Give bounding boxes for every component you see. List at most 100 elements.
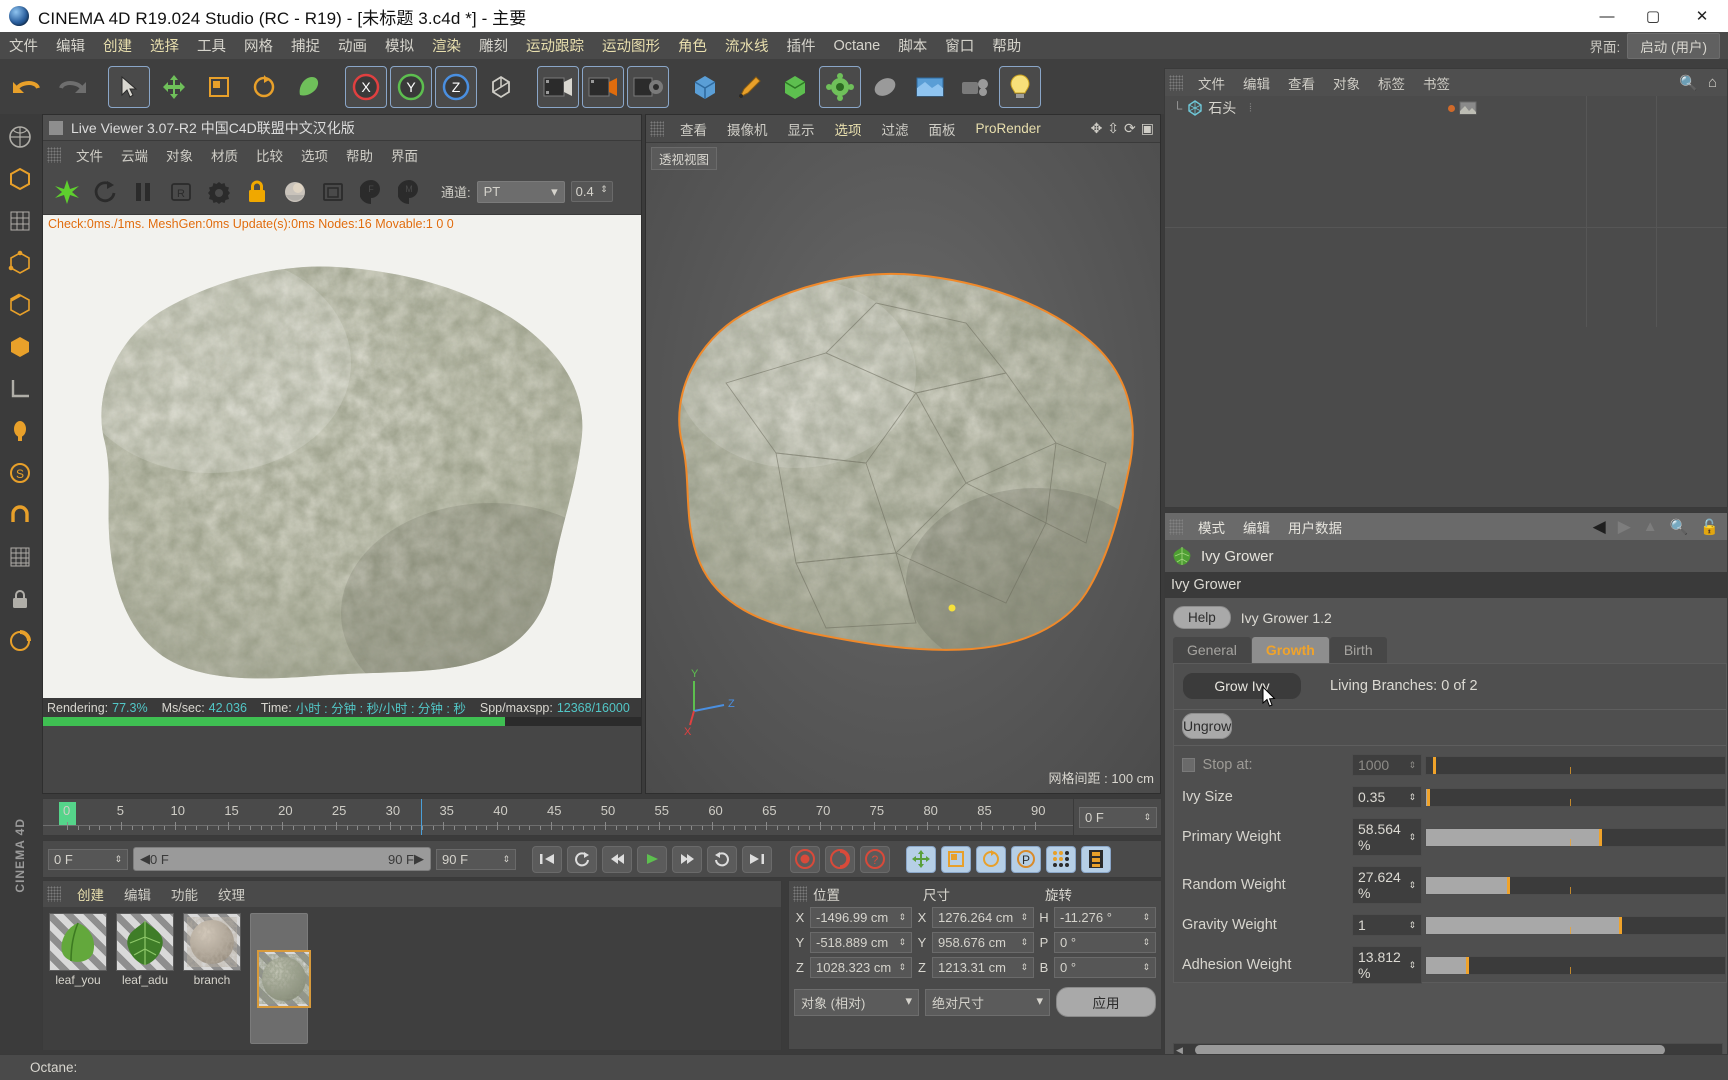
render-region-icon[interactable] (582, 65, 624, 108)
parameter-value-field[interactable]: 0.35 ⇕ (1352, 786, 1422, 808)
texture-mode-icon[interactable] (2, 201, 38, 241)
range-left-arrow-icon[interactable]: ◀ (140, 851, 150, 867)
coordinate-mode-select[interactable]: 对象 (相对) ▾ (794, 988, 919, 1016)
live-viewer-canvas[interactable]: Check:0ms./1ms. MeshGen:0ms Update(s):0m… (43, 215, 641, 726)
stop-at-checkbox[interactable] (1182, 758, 1195, 772)
end-frame-field[interactable]: 90 F ⇕ (436, 848, 516, 870)
grow-ivy-button[interactable]: Grow Ivy (1182, 672, 1302, 700)
deformer-icon[interactable] (819, 65, 861, 108)
material-grip-icon[interactable] (47, 886, 61, 902)
loop-icon[interactable] (567, 845, 597, 873)
rot-h-field[interactable]: -11.276 ° ⇕ (1054, 907, 1156, 928)
material-item[interactable]: leaf_you (49, 913, 107, 1044)
visibility-dots-icon[interactable]: ⦙ (1249, 102, 1251, 115)
menu-item-mograph[interactable]: 运动图形 (593, 35, 669, 56)
menu-item-octane[interactable]: Octane (825, 38, 890, 54)
apply-button[interactable]: 应用 (1056, 987, 1156, 1017)
parameter-slider[interactable] (1425, 955, 1726, 975)
timeline-ruler[interactable]: 0 5 10 15 20 25 30 35 40 45 50 55 60 65 70 75 80 85 90 (43, 799, 1073, 835)
coordinates-grip-icon[interactable] (793, 886, 807, 902)
live-selection-icon[interactable] (288, 66, 330, 108)
material-thumbnail[interactable] (257, 949, 311, 1008)
axis-x-icon[interactable]: X (345, 65, 387, 108)
preview-range-slider[interactable]: ◀ 0 F 90 F ▶ (133, 847, 431, 871)
slider-knob[interactable] (1427, 788, 1431, 806)
pause-render-icon[interactable] (125, 174, 161, 210)
attribute-name-field[interactable]: Ivy Grower (1165, 572, 1727, 598)
object-row[interactable]: └ 石头 ⦙ (1165, 96, 1727, 120)
autokey-icon[interactable] (825, 845, 855, 873)
menu-item-motion-tracker[interactable]: 运动跟踪 (517, 35, 593, 56)
lv-menu-material[interactable]: 材质 (202, 145, 247, 165)
interface-select[interactable]: 启动 (用户) (1627, 32, 1720, 59)
menu-item-file[interactable]: 文件 (0, 35, 47, 56)
object-tag-dot[interactable] (1448, 104, 1455, 112)
om-menu-tags[interactable]: 标签 (1369, 73, 1414, 93)
parameter-slider[interactable] (1425, 755, 1726, 775)
parameter-value-field[interactable]: 58.564 % ⇕ (1352, 818, 1422, 856)
slider-knob[interactable] (1618, 916, 1622, 934)
channel-select[interactable]: PT ▾ (476, 180, 565, 203)
workplane-icon[interactable] (2, 537, 38, 577)
environment-icon[interactable] (909, 66, 951, 108)
exposure-field[interactable]: 0.4 ⇕ (570, 181, 613, 202)
material-item[interactable]: branch (183, 913, 241, 1044)
menu-item-animate[interactable]: 动画 (329, 35, 376, 56)
om-menu-view[interactable]: 查看 (1279, 73, 1324, 93)
model-mode-icon[interactable] (2, 159, 38, 199)
scale-key-icon[interactable] (941, 845, 971, 873)
lv-menu-file[interactable]: 文件 (67, 145, 112, 165)
light-icon[interactable] (999, 65, 1041, 108)
om-menu-file[interactable]: 文件 (1189, 73, 1234, 93)
go-to-start-icon[interactable] (532, 845, 562, 873)
panel-grip-icon[interactable] (47, 147, 61, 163)
scale-tool-icon[interactable] (198, 66, 240, 108)
search-icon[interactable]: 🔍 (1679, 74, 1698, 92)
lock-resolution-icon[interactable] (239, 174, 275, 210)
ungrow-button[interactable]: Ungrow (1182, 713, 1233, 739)
texture-axis-icon[interactable] (2, 117, 38, 157)
size-y-field[interactable]: 958.676 cm ⇕ (932, 932, 1034, 953)
rotate-tool-icon[interactable] (243, 66, 285, 108)
step-forward-icon[interactable] (672, 845, 702, 873)
parameter-slider[interactable] (1425, 827, 1726, 847)
axis-z-icon[interactable]: Z (435, 65, 477, 108)
render-settings-gear-icon[interactable] (201, 174, 237, 210)
menu-item-tools[interactable]: 工具 (188, 35, 235, 56)
octane-render-icon[interactable] (49, 174, 85, 210)
menu-item-plugins[interactable]: 插件 (778, 35, 825, 56)
timeline-view-icon[interactable] (1081, 845, 1111, 873)
parameter-value-field[interactable]: 1 ⇕ (1352, 914, 1422, 936)
menu-item-character[interactable]: 角色 (669, 35, 716, 56)
maximize-viewport-icon[interactable]: ▣ (1141, 120, 1154, 137)
lv-menu-interface[interactable]: 界面 (382, 145, 427, 165)
lock-workplane-icon[interactable] (2, 579, 38, 619)
pla-key-icon[interactable] (1046, 845, 1076, 873)
orbit-icon[interactable]: ⟳ (1124, 120, 1136, 137)
am-menu-userdata[interactable]: 用户数据 (1279, 517, 1351, 537)
lv-menu-compare[interactable]: 比较 (247, 145, 292, 165)
up-arrow-icon[interactable]: ▲ (1643, 518, 1658, 535)
home-icon[interactable]: ⌂ (1708, 74, 1717, 92)
om-menu-object[interactable]: 对象 (1324, 73, 1369, 93)
material-thumbnail[interactable] (183, 913, 241, 971)
menu-item-simulate[interactable]: 模拟 (376, 35, 423, 56)
focus-picker-icon[interactable]: F (353, 174, 389, 210)
menu-item-select[interactable]: 选择 (141, 35, 188, 56)
record-loop-icon[interactable] (707, 845, 737, 873)
menu-item-window[interactable]: 窗口 (936, 35, 983, 56)
rotation-key-icon[interactable] (976, 845, 1006, 873)
lv-menu-help[interactable]: 帮助 (337, 145, 382, 165)
region-render-icon[interactable]: R (163, 174, 199, 210)
pan-icon[interactable]: ✥ (1091, 120, 1103, 137)
position-key-icon[interactable] (906, 845, 936, 873)
size-x-field[interactable]: 1276.264 cm ⇕ (932, 907, 1034, 928)
spline-pen-icon[interactable] (729, 66, 771, 108)
primitive-cube-icon[interactable] (684, 66, 726, 108)
minimize-icon[interactable]: — (1584, 0, 1630, 32)
axis-lock-icon[interactable] (2, 369, 38, 409)
om-menu-bookmarks[interactable]: 书签 (1414, 73, 1459, 93)
mm-menu-texture[interactable]: 纹理 (208, 884, 255, 904)
lv-menu-options[interactable]: 选项 (292, 145, 337, 165)
menu-item-script[interactable]: 脚本 (889, 35, 936, 56)
